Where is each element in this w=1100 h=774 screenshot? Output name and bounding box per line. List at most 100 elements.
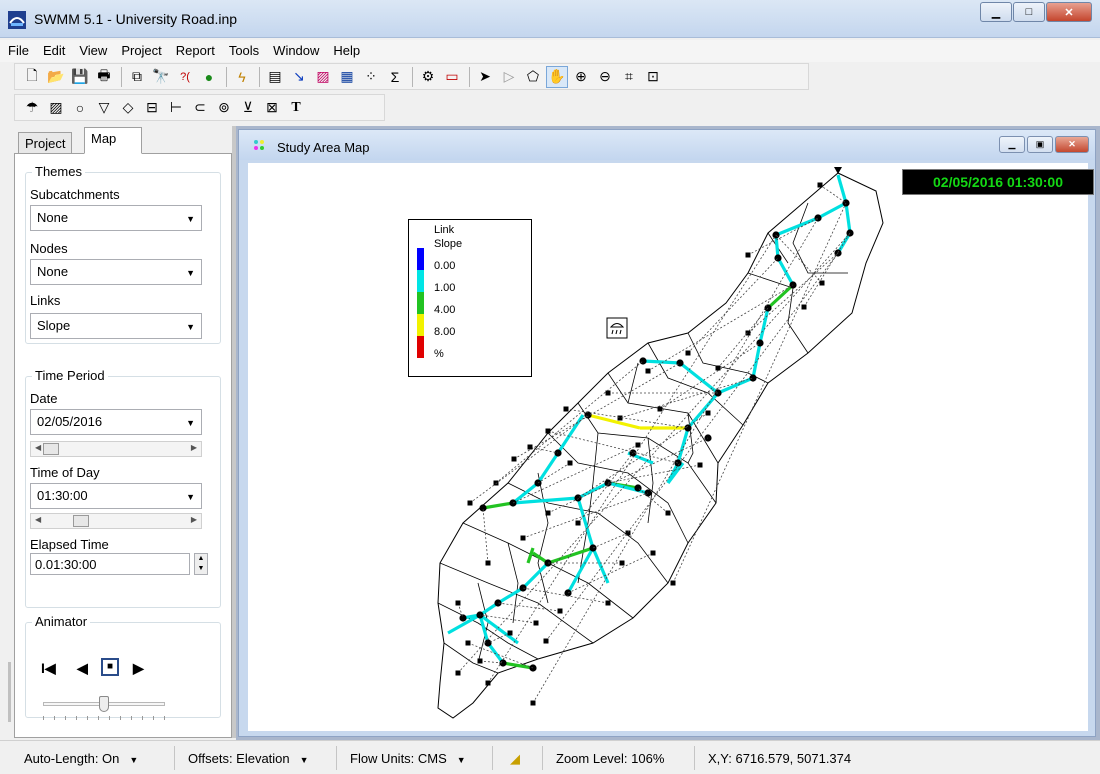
chevron-down-icon[interactable]: ▼ <box>300 755 309 765</box>
subcatchment-centroid[interactable] <box>705 410 711 416</box>
overview-map-icon[interactable]: ● <box>198 66 220 88</box>
pan-icon[interactable]: ✋ <box>546 65 568 88</box>
subcatchment-centroid[interactable] <box>530 700 536 706</box>
dock-grip[interactable] <box>8 662 11 722</box>
minimize-button[interactable]: ▁ <box>980 2 1012 22</box>
print-icon[interactable]: 🖶 <box>93 66 115 88</box>
time-of-day-select[interactable]: 01:30:00 ▼ <box>30 483 202 509</box>
menu-help[interactable]: Help <box>325 40 366 58</box>
subcatchment-centroid[interactable] <box>485 560 491 566</box>
conduit-link[interactable] <box>751 342 762 379</box>
arrange-windows-icon[interactable]: ▭ <box>441 66 463 88</box>
time-scroll-thumb[interactable] <box>73 515 89 527</box>
subcatchment-outlet-connector[interactable] <box>619 377 754 419</box>
date-scroll-thumb[interactable] <box>43 443 59 455</box>
conduit-link[interactable] <box>717 376 754 395</box>
subcatchment-centroid[interactable] <box>455 670 461 676</box>
elapsed-time-spinner[interactable]: ▲ ▼ <box>194 553 208 575</box>
menu-view[interactable]: View <box>71 40 113 58</box>
link-slope-legend[interactable]: Link Slope 0.00 1.00 4.00 8.00% <box>408 219 532 377</box>
subcatchment-boundary[interactable] <box>537 472 549 604</box>
subcatchment-centroid[interactable] <box>801 304 807 310</box>
subcatchment-centroid[interactable] <box>605 390 611 396</box>
menu-project[interactable]: Project <box>113 40 167 58</box>
map-restore-button[interactable]: ▣ <box>1027 136 1053 153</box>
scroll-right-icon[interactable]: ▶ <box>191 515 197 524</box>
conduit-link[interactable] <box>502 661 534 670</box>
save-file-icon[interactable]: 💾 <box>69 66 91 88</box>
rewind-icon[interactable]: I◀ <box>41 660 56 677</box>
time-series-plot-icon[interactable]: ▨ <box>312 66 334 88</box>
orifice-icon[interactable]: ⊚ <box>213 97 235 119</box>
conduit-link[interactable] <box>536 452 560 484</box>
flow-units-status[interactable]: Flow Units: CMS ▼ <box>350 751 466 766</box>
subcatchment-centroid[interactable] <box>477 658 483 664</box>
subcatchment-centroid[interactable] <box>619 560 625 566</box>
conduit-link[interactable] <box>679 361 719 395</box>
status-report-icon[interactable]: ▤ <box>264 66 286 88</box>
elapsed-time-field[interactable]: 0.01:30:00 <box>30 553 190 575</box>
subcatchment-centroid[interactable] <box>507 630 513 636</box>
subcatchment-centroid[interactable] <box>527 444 533 450</box>
conduit-link[interactable] <box>591 547 610 584</box>
subcatchment-centroid[interactable] <box>605 600 611 606</box>
select-vertex-icon[interactable]: ▷ <box>498 66 520 88</box>
statistics-icon[interactable]: Σ <box>384 66 406 88</box>
select-region-icon[interactable]: ⬠ <box>522 66 544 88</box>
scroll-left-icon[interactable]: ◀ <box>35 443 41 452</box>
storage-unit-icon[interactable]: ⊟ <box>141 97 163 119</box>
scatter-plot-icon[interactable]: ⁘ <box>360 66 382 88</box>
map-close-button[interactable]: ✕ <box>1055 136 1089 153</box>
subcatchment-centroid[interactable] <box>650 550 656 556</box>
subcatchment-centroid[interactable] <box>465 640 471 646</box>
options-icon[interactable]: ⚙ <box>417 66 439 88</box>
conduit-link[interactable] <box>482 501 514 510</box>
conduit-link[interactable] <box>521 561 550 590</box>
find-icon[interactable]: 🔭 <box>150 66 172 88</box>
subcatchment-boundary[interactable] <box>627 362 639 404</box>
play-forward-icon[interactable]: ▶ <box>133 660 144 677</box>
menu-edit[interactable]: Edit <box>35 40 71 58</box>
offsets-status[interactable]: Offsets: Elevation ▼ <box>188 751 309 766</box>
subcatchment-centroid[interactable] <box>567 460 573 466</box>
scroll-right-icon[interactable]: ▶ <box>191 443 197 452</box>
conduit-link[interactable] <box>642 359 681 365</box>
auto-length-status[interactable]: Auto-Length: On ▼ <box>24 751 138 766</box>
close-button[interactable]: ✕ <box>1046 2 1092 22</box>
subcatchment-centroid[interactable] <box>511 456 517 462</box>
subcatchment-outlet-connector[interactable] <box>497 602 561 612</box>
conduit-link[interactable] <box>676 427 690 464</box>
zoom-in-icon[interactable]: ⊕ <box>570 66 592 88</box>
subcatchment-outlet-connector[interactable] <box>592 532 629 549</box>
zoom-out-icon[interactable]: ⊖ <box>594 66 616 88</box>
map-minimize-button[interactable]: ▁ <box>999 136 1025 153</box>
outlet-icon[interactable]: ⊠ <box>261 97 283 119</box>
conduit-link[interactable] <box>844 202 852 234</box>
new-file-icon[interactable]: 🗋 <box>21 66 43 88</box>
menu-tools[interactable]: Tools <box>221 40 265 58</box>
subcatchment-centroid[interactable] <box>467 500 473 506</box>
subcatchment-centroid[interactable] <box>575 520 581 526</box>
subcatchment-centroid[interactable] <box>745 252 751 258</box>
menu-report[interactable]: Report <box>168 40 221 58</box>
subcatchment-centroid[interactable] <box>745 330 751 336</box>
select-object-icon[interactable]: ➤ <box>474 66 496 88</box>
open-file-icon[interactable]: 📂 <box>45 66 67 88</box>
subcatchment-outlet-connector[interactable] <box>547 430 679 464</box>
conduit-link[interactable] <box>766 283 795 310</box>
pump-icon[interactable]: ⊂ <box>189 97 211 119</box>
subcatchments-theme-select[interactable]: None ▼ <box>30 205 202 231</box>
outfall-icon[interactable]: ▽ <box>93 97 115 119</box>
subcatchment-centroid[interactable] <box>685 350 691 356</box>
junction-icon[interactable]: ○ <box>69 97 91 119</box>
subcatchment-centroid[interactable] <box>819 280 825 286</box>
play-back-icon[interactable]: ◀ <box>77 660 88 677</box>
date-scrollbar[interactable]: ◀ ▶ <box>30 441 202 457</box>
time-scrollbar[interactable]: ◀ ▶ <box>30 513 202 529</box>
links-theme-select[interactable]: Slope ▼ <box>30 313 202 339</box>
subcatchment-centroid[interactable] <box>533 620 539 626</box>
subcatchment-boundary[interactable] <box>607 372 719 464</box>
slider-knob[interactable] <box>99 696 109 712</box>
subcatchment-centroid[interactable] <box>485 680 491 686</box>
subcatchment-boundary[interactable] <box>507 542 519 624</box>
